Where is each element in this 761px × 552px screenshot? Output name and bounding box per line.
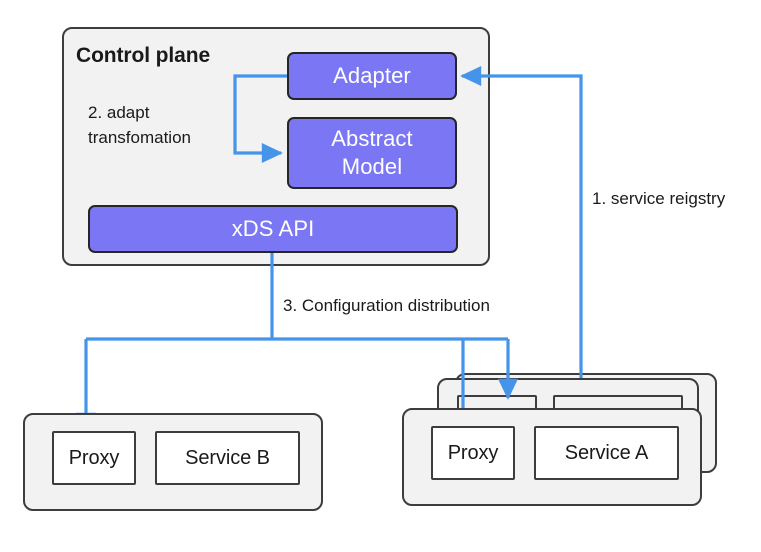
control-plane-title: Control plane [76,44,211,67]
service-a-service-label: Service A [564,441,649,464]
service-b-container: Proxy Service B [23,413,323,511]
service-a-proxy-box[interactable]: Proxy [431,426,515,480]
abstract-model-box[interactable]: Abstract Model [287,117,457,189]
service-b-service-box[interactable]: Service B [155,431,300,485]
xds-api-box[interactable]: xDS API [88,205,458,253]
step2-label-line2: transfomation [88,128,191,147]
service-b-proxy-box[interactable]: Proxy [52,431,136,485]
diagram-canvas: Control plane 2. adapt transfomation Ada… [0,0,761,552]
service-a-service-box[interactable]: Service A [534,426,679,480]
step3-label: 3. Configuration distribution [283,296,490,315]
adapter-box[interactable]: Adapter [287,52,457,100]
step2-label-line1: 2. adapt [88,103,150,122]
step1-label: 1. service reigstry [592,189,726,208]
abstract-model-label-line1: Abstract [331,125,413,151]
abstract-model-label-line2: Model [341,154,403,179]
service-a-proxy-label: Proxy [447,441,499,464]
service-a-container: Proxy Service A [402,408,702,506]
service-b-proxy-label: Proxy [68,446,120,469]
xds-api-label: xDS API [231,215,315,241]
adapter-label: Adapter [333,62,411,88]
service-b-service-label: Service B [185,446,270,469]
